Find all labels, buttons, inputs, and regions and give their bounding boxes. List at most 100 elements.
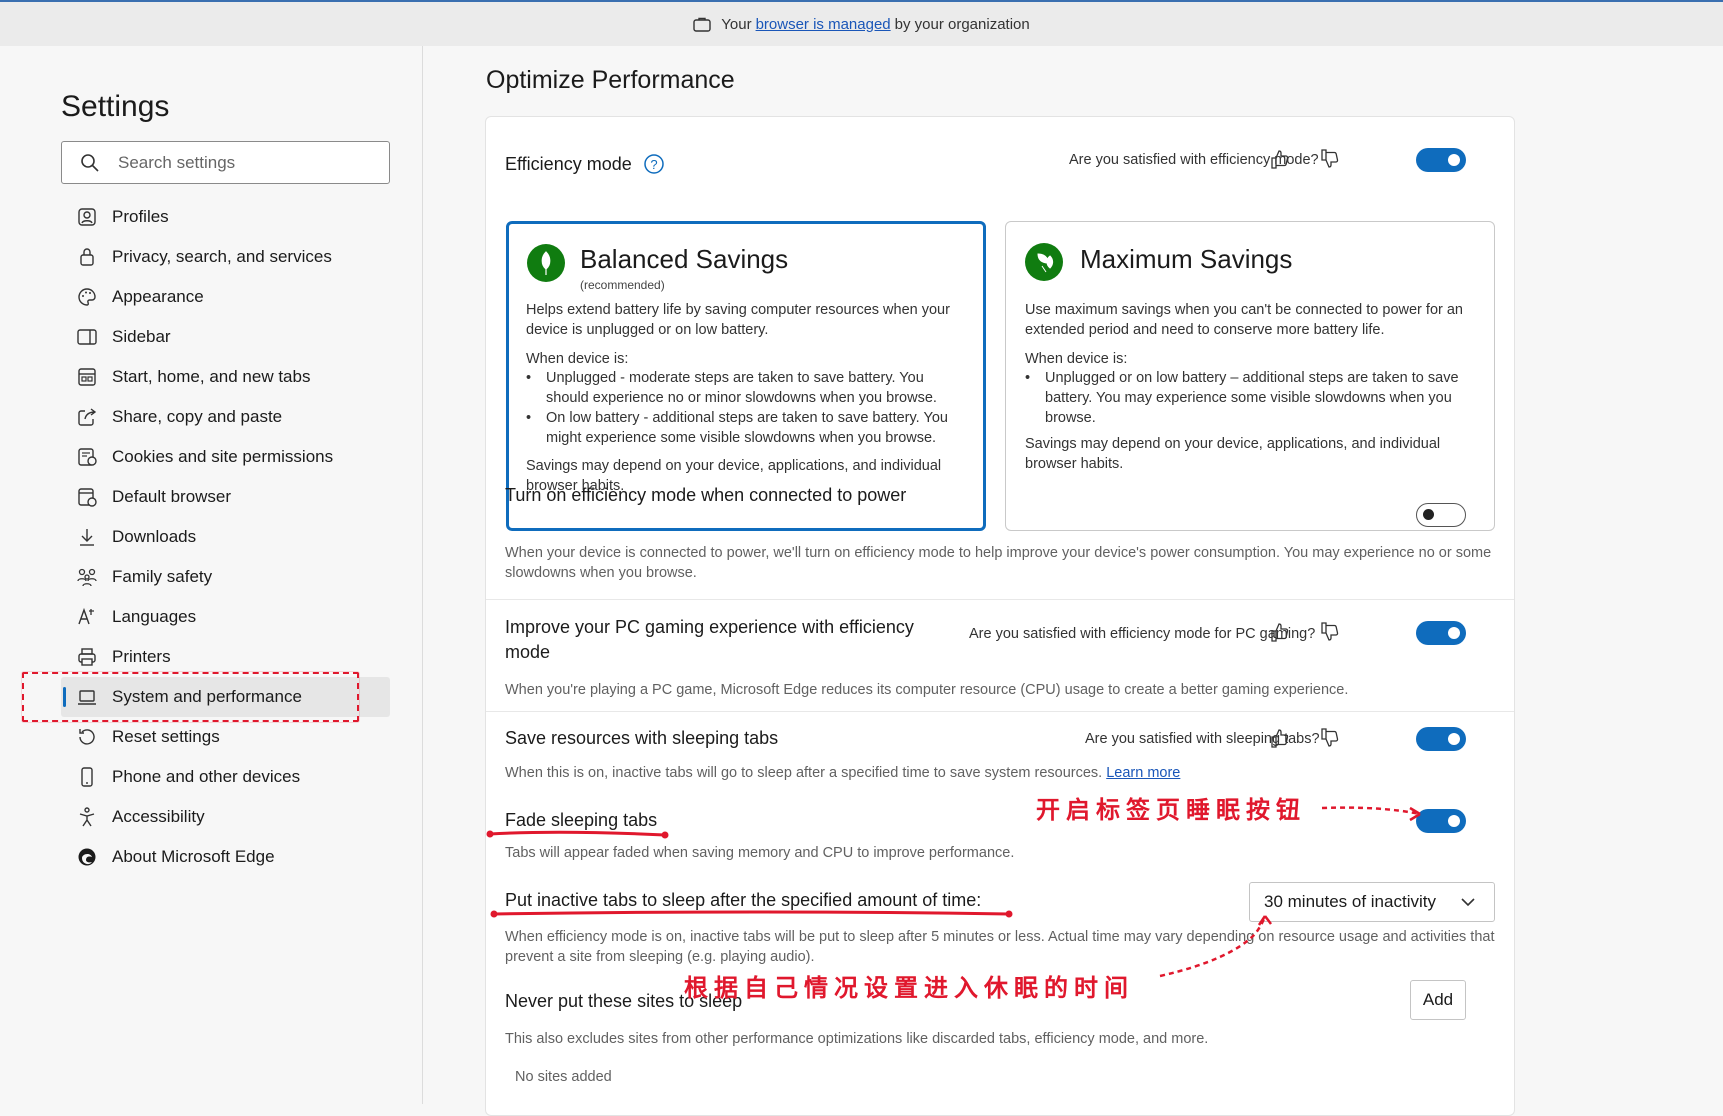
- thumbs-up-icon[interactable]: [1270, 728, 1290, 748]
- maximum-savings-title: Maximum Savings: [1080, 244, 1293, 274]
- power-efficiency-toggle[interactable]: [1416, 503, 1466, 527]
- leaves-icon: [1025, 243, 1063, 281]
- sidebar-item-label: Share, copy and paste: [112, 407, 283, 426]
- balanced-savings-description: Helps extend battery life by saving comp…: [526, 302, 950, 338]
- banner-prefix: Your: [721, 15, 752, 33]
- sidebar-item-printers[interactable]: Printers: [61, 637, 390, 677]
- help-icon[interactable]: ?: [643, 153, 665, 175]
- sidebar-item-label: Languages: [112, 607, 197, 626]
- sidebar-item-about[interactable]: About Microsoft Edge: [61, 837, 390, 877]
- efficiency-mode-toggle[interactable]: [1416, 148, 1466, 172]
- annotation-highlight-box: [22, 672, 359, 722]
- lock-icon: [80, 248, 94, 266]
- power-efficiency-description: When your device is connected to power, …: [505, 545, 1492, 581]
- settings-nav: Profiles Privacy, search, and services A…: [61, 197, 390, 877]
- sidebar-item-label: Accessibility: [112, 807, 205, 826]
- managed-banner: Your browser is managed by your organiza…: [0, 0, 1723, 46]
- time-annotation-text: 根据自己情况设置进入休眠的时间: [684, 973, 1134, 1002]
- balanced-savings-title: Balanced Savings: [580, 244, 789, 274]
- sidebar-item-start-home[interactable]: Start, home, and new tabs: [61, 357, 390, 397]
- maximum-bullets: • Unplugged or on low battery – additiona…: [1025, 368, 1475, 428]
- gaming-title: Improve your PC gaming experience with e…: [505, 617, 914, 662]
- thumbs-up-icon[interactable]: [1270, 149, 1290, 169]
- sidebar-item-label: Phone and other devices: [112, 767, 301, 786]
- balanced-bullet: • On low battery - additional steps are t…: [526, 410, 948, 446]
- inactive-time-value: 30 minutes of inactivity: [1264, 892, 1436, 911]
- sidebar-icon: [77, 329, 97, 345]
- sidebar-item-reset[interactable]: Reset settings: [61, 717, 390, 757]
- thumbs-down-icon[interactable]: [1320, 728, 1340, 748]
- balanced-when-label: When device is:: [526, 351, 629, 367]
- sidebar-item-label: Start, home, and new tabs: [112, 367, 311, 386]
- fade-sleeping-tabs-description: Tabs will appear faded when saving memor…: [505, 845, 1015, 861]
- edge-icon: [78, 848, 96, 866]
- inactive-tabs-description: When efficiency mode is on, inactive tab…: [505, 929, 1495, 965]
- maximum-savings-description: Use maximum savings when you can't be co…: [1025, 302, 1463, 338]
- performance-card: Efficiency mode ? Are you satisfied with…: [485, 116, 1515, 1116]
- balanced-savings-subtitle: (recommended): [580, 278, 665, 292]
- sleeping-tabs-description: When this is on, inactive tabs will go t…: [505, 765, 1181, 781]
- maximum-when-label: When device is:: [1025, 351, 1128, 367]
- divider: [486, 599, 1514, 600]
- add-site-button[interactable]: Add: [1410, 980, 1466, 1020]
- thumbs-down-icon[interactable]: [1320, 622, 1340, 642]
- sleeping-tabs-toggle[interactable]: [1416, 727, 1466, 751]
- sidebar-item-label: Default browser: [112, 487, 232, 506]
- chevron-down-icon: [1461, 898, 1475, 907]
- search-input[interactable]: Search settings: [61, 141, 390, 184]
- fade-sleeping-tabs-toggle[interactable]: [1416, 809, 1466, 833]
- inactive-tabs-title: Put inactive tabs to sleep after the spe…: [505, 890, 982, 910]
- sidebar-item-appearance[interactable]: Appearance: [61, 277, 390, 317]
- language-icon: [78, 607, 94, 625]
- home-tabs-icon: [78, 368, 96, 386]
- share-icon: [78, 408, 97, 426]
- sidebar-item-label: Privacy, search, and services: [112, 247, 332, 266]
- sidebar-item-label: Reset settings: [112, 727, 220, 746]
- phone-icon: [81, 767, 93, 787]
- thumbs-down-icon[interactable]: [1320, 149, 1340, 169]
- briefcase-icon: [693, 17, 711, 32]
- settings-sidebar: Settings Search settings Profiles Privac…: [0, 46, 423, 1104]
- sidebar-item-label: Downloads: [112, 527, 197, 546]
- thumbs-up-icon[interactable]: [1270, 622, 1290, 642]
- printer-icon: [78, 648, 96, 666]
- managed-link[interactable]: browser is managed: [756, 16, 891, 33]
- leaf-icon: [527, 244, 565, 282]
- family-icon: [77, 568, 97, 587]
- toggle-annotation-text: 开启标签页睡眠按钮: [1036, 795, 1306, 824]
- download-icon: [80, 529, 94, 546]
- sidebar-item-family[interactable]: Family safety: [61, 557, 390, 597]
- sidebar-item-share[interactable]: Share, copy and paste: [61, 397, 390, 437]
- maximum-savings-option[interactable]: Maximum Savings Use maximum savings when…: [1005, 221, 1495, 531]
- sidebar-item-phone[interactable]: Phone and other devices: [61, 757, 390, 797]
- sidebar-item-downloads[interactable]: Downloads: [61, 517, 390, 557]
- reset-icon: [79, 729, 95, 745]
- sidebar-item-default-browser[interactable]: Default browser: [61, 477, 390, 517]
- sidebar-item-languages[interactable]: Languages: [61, 597, 390, 637]
- inactive-time-select[interactable]: 30 minutes of inactivity: [1249, 882, 1495, 922]
- sidebar-item-label: Appearance: [112, 287, 204, 306]
- sidebar-item-label: Sidebar: [112, 327, 171, 346]
- palette-icon: [78, 288, 96, 306]
- no-sites-added: No sites added: [515, 1069, 612, 1085]
- accessibility-icon: [79, 807, 95, 827]
- sidebar-item-label: Family safety: [112, 567, 213, 586]
- sidebar-item-cookies[interactable]: Cookies and site permissions: [61, 437, 390, 477]
- svg-text:?: ?: [650, 157, 657, 172]
- sidebar-item-label: Cookies and site permissions: [112, 447, 334, 466]
- search-placeholder: Search settings: [118, 152, 236, 172]
- maximum-bullet: • Unplugged or on low battery – additiona…: [1025, 370, 1459, 426]
- sidebar-item-privacy[interactable]: Privacy, search, and services: [61, 237, 390, 277]
- sidebar-item-sidebar[interactable]: Sidebar: [61, 317, 390, 357]
- gaming-description: When you're playing a PC game, Microsoft…: [505, 682, 1349, 698]
- sidebar-item-profiles[interactable]: Profiles: [61, 197, 390, 237]
- profile-icon: [78, 208, 96, 226]
- sidebar-item-accessibility[interactable]: Accessibility: [61, 797, 390, 837]
- settings-title: Settings: [61, 90, 170, 123]
- learn-more-link[interactable]: Learn more: [1106, 765, 1180, 781]
- fade-sleeping-tabs-title: Fade sleeping tabs: [505, 810, 658, 830]
- gaming-toggle[interactable]: [1416, 621, 1466, 645]
- main-content: Optimize Performance Efficiency mode ? A…: [423, 46, 1723, 1116]
- power-efficiency-title: Turn on efficiency mode when connected t…: [505, 485, 907, 505]
- browser-icon: [78, 488, 97, 507]
